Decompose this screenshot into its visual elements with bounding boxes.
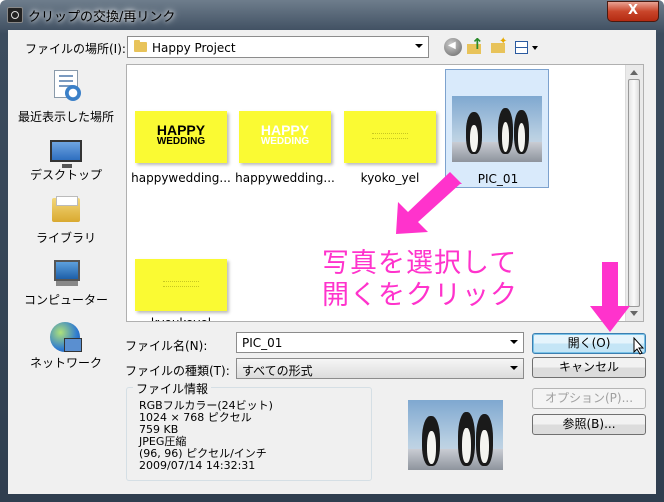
place-label: デスクトップ — [29, 168, 102, 182]
thumbnail-text: WEDDING — [156, 136, 206, 147]
place-label: コンピューター — [23, 293, 108, 307]
thumbnail-pattern — [372, 133, 408, 139]
look-in-value: Happy Project — [152, 41, 236, 55]
app-icon — [7, 7, 23, 23]
file-type-label: ファイルの種類(T): — [125, 364, 230, 378]
window-title: クリップの交換/再リンク — [28, 10, 176, 25]
penguin-thumbnail — [452, 96, 542, 162]
place-libraries[interactable]: ライブラリ — [14, 194, 118, 250]
annotation-line: 開くをクリック — [322, 280, 518, 311]
cancel-button[interactable]: キャンセル — [532, 357, 646, 378]
views-menu-icon[interactable] — [514, 38, 540, 56]
libraries-icon — [52, 196, 80, 224]
back-icon[interactable] — [444, 38, 462, 56]
folder-icon — [134, 40, 147, 52]
file-type-select[interactable]: すべての形式 — [236, 358, 524, 379]
options-button[interactable]: オプション(P)... — [532, 388, 646, 409]
place-computer[interactable]: コンピューター — [14, 258, 118, 314]
browse-button[interactable]: 参照(B)... — [532, 414, 646, 435]
look-in-combo[interactable]: Happy Project — [127, 36, 429, 58]
file-thumbnail[interactable]: HAPPY WEDDING — [135, 111, 227, 163]
up-folder-icon[interactable] — [466, 35, 484, 56]
place-label: ネットワーク — [29, 356, 102, 370]
annotation-text: 写真を選択して 開くをクリック — [322, 248, 518, 312]
file-info-line: 2009/07/14 14:32:31 — [139, 459, 256, 472]
file-info-group: ファイル情報 RGBフルカラー(24ビット) 1024 × 768 ピクセル 7… — [126, 380, 372, 481]
thumbnail-text: HAPPY — [156, 122, 206, 138]
file-label[interactable]: happywedding... — [129, 171, 233, 185]
file-thumbnail[interactable] — [344, 111, 436, 163]
file-label[interactable]: kyoukoyel — [129, 316, 233, 321]
chevron-down-icon[interactable] — [415, 44, 423, 48]
annotation-arrow-diagonal — [396, 172, 462, 234]
file-thumbnail[interactable]: HAPPY WEDDING — [239, 111, 331, 163]
selected-file-item[interactable]: PIC_01 — [445, 69, 549, 188]
chevron-down-icon[interactable] — [510, 366, 518, 370]
place-label: 最近表示した場所 — [17, 110, 114, 124]
look-in-label: ファイルの場所(I): — [25, 42, 126, 56]
file-label[interactable]: happywedding... — [233, 171, 337, 185]
place-network[interactable]: ネットワーク — [14, 320, 118, 376]
chevron-down-icon[interactable] — [510, 340, 518, 344]
preview-image — [408, 400, 503, 470]
annotation-arrow-down — [590, 262, 630, 332]
title-bar[interactable]: クリップの交換/再リンク X — [0, 0, 664, 30]
scroll-up-icon[interactable] — [630, 70, 638, 75]
close-button[interactable]: X — [607, 1, 659, 22]
place-recent[interactable]: 最近表示した場所 — [14, 68, 118, 124]
computer-icon — [50, 260, 82, 288]
file-name-label: ファイル名(N): — [125, 339, 208, 353]
new-folder-icon[interactable] — [490, 36, 508, 56]
file-type-value: すべての形式 — [242, 364, 313, 378]
thumbnail-text: HAPPY — [260, 122, 310, 138]
file-thumbnail[interactable] — [135, 259, 227, 311]
file-info-lines: RGBフルカラー(24ビット) 1024 × 768 ピクセル 759 KB J… — [139, 400, 273, 472]
network-icon — [50, 322, 82, 352]
open-button[interactable]: 開く(O) — [532, 333, 646, 354]
file-info-title: ファイル情報 — [133, 380, 212, 397]
annotation-line: 写真を選択して — [322, 248, 518, 279]
file-name-input[interactable]: PIC_01 — [236, 332, 524, 353]
thumbnail-text: WEDDING — [260, 136, 310, 147]
place-label: ライブラリ — [35, 231, 96, 245]
desktop-icon — [50, 140, 82, 168]
file-name-value: PIC_01 — [242, 336, 283, 350]
recent-places-icon — [54, 70, 81, 101]
place-desktop[interactable]: デスクトップ — [14, 134, 118, 190]
thumbnail-pattern — [163, 281, 199, 287]
mouse-cursor-icon — [633, 337, 645, 355]
places-bar: 最近表示した場所 デスクトップ ライブラリ コンピューター ネットワーク — [14, 64, 118, 380]
